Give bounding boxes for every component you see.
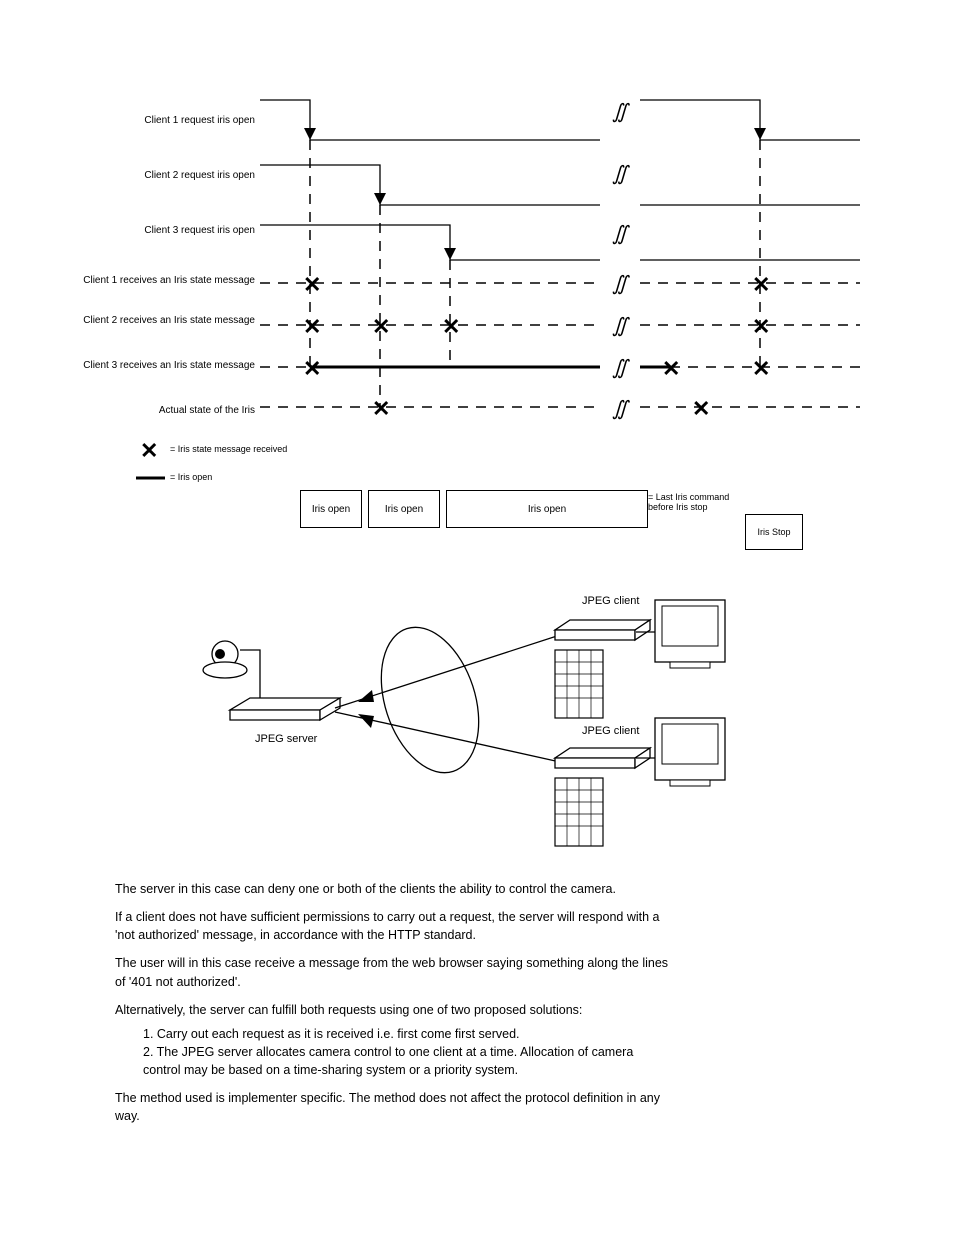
svg-text:∬: ∬ [612, 223, 630, 245]
svg-text:✕: ✕ [372, 396, 390, 421]
svg-text:✕: ✕ [692, 396, 710, 421]
box-iris-stop: Iris Stop [745, 514, 803, 550]
box-iris-open-2: Iris open [368, 490, 440, 528]
svg-text:✕: ✕ [752, 356, 770, 381]
p-bul2b: control may be based on a time-sharing s… [115, 1061, 845, 1079]
svg-text:✕: ✕ [303, 314, 321, 339]
box-iris-open-1: Iris open [300, 490, 362, 528]
svg-text:✕: ✕ [752, 314, 770, 339]
svg-text:✕: ✕ [442, 314, 460, 339]
svg-text:✕: ✕ [662, 356, 680, 381]
timing-diagram: ∬ ∬ ∬ ∬ ∬ ∬ ∬ ✕ ✕ ✕ ✕ ✕ ✕ ✕ ✕ ✕ ✕ ✕ ✕ [0, 0, 954, 560]
p-e3a: The user will in this case receive a mes… [115, 954, 845, 972]
box-iris-open-3: Iris open [446, 490, 648, 528]
p-bul2a: 2. The JPEG server allocates camera cont… [115, 1043, 845, 1061]
p-e5b: way. [115, 1107, 845, 1125]
client-a-label: JPEG client [582, 595, 639, 607]
svg-text:✕: ✕ [303, 272, 321, 297]
p-bul1: 1. Carry out each request as it is recei… [115, 1025, 845, 1043]
svg-text:∬: ∬ [612, 273, 630, 295]
legend-iris-state: = Iris state message received [170, 444, 287, 454]
svg-text:✕: ✕ [303, 356, 321, 381]
svg-text:∬: ∬ [612, 357, 630, 379]
legend-last-box: = Last Iris command before Iris stop [648, 492, 748, 512]
svg-text:∬: ∬ [612, 163, 630, 185]
p-e5a: The method used is implementer specific.… [115, 1089, 845, 1107]
server-label: JPEG server [255, 733, 317, 745]
p-e4: Alternatively, the server can fulfill bo… [115, 1001, 845, 1019]
svg-text:∬: ∬ [612, 101, 630, 123]
svg-text:✕: ✕ [372, 314, 390, 339]
svg-text:✕: ✕ [140, 438, 158, 463]
client-b-label: JPEG client [582, 725, 639, 737]
p-e2a: If a client does not have sufficient per… [115, 908, 845, 926]
svg-text:∬: ∬ [612, 398, 630, 420]
p-e1: The server in this case can deny one or … [115, 880, 845, 898]
network-diagram [0, 590, 954, 870]
p-e3b: of '401 not authorized'. [115, 973, 845, 991]
legend-iris-open: = Iris open [170, 472, 212, 482]
svg-text:✕: ✕ [752, 272, 770, 297]
p-e2b: 'not authorized' message, in accordance … [115, 926, 845, 944]
svg-text:∬: ∬ [612, 315, 630, 337]
